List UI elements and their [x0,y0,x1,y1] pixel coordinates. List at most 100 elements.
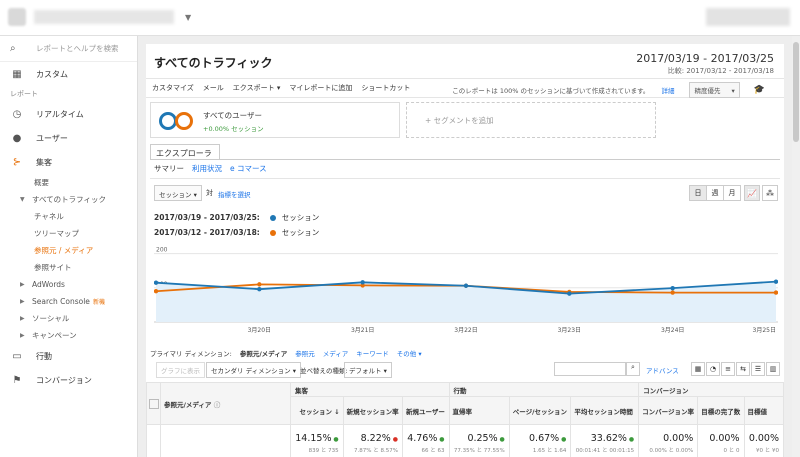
col-new-session-rate[interactable]: 新規セッション率 [342,396,403,425]
user-account[interactable] [706,8,790,26]
metric-dropdown[interactable]: セッション ▾ [154,185,202,201]
totals-row: 14.15% ● 839 と 735 8.22% ● 7.87% と 8.57% 4.7… [146,424,785,457]
trend-up-icon: ● [559,436,567,443]
col-bounce-rate[interactable]: 直帰率 [448,396,510,425]
sidebar-item-overview[interactable]: 概要 [0,174,137,191]
sidebar-item-treemap[interactable]: ツリーマップ [0,225,137,242]
secondary-label: セカンダリ ディメンション [211,367,291,375]
total-value: 33.62% [590,433,627,444]
sidebar-item-referrals[interactable]: 参照サイト [0,259,137,276]
sidebar-search[interactable]: ⌕ レポートとヘルプを検索 [0,36,137,62]
table-view-icon[interactable]: ▦ [691,362,705,376]
sidebar-item-behavior[interactable]: ▭ 行動 [0,344,137,368]
col-conversion-rate[interactable]: コンバージョン率 [638,396,699,425]
col-goal-value[interactable]: 目標値 [743,396,785,425]
line-chart-icon[interactable]: 📈 [744,185,760,201]
top-bar: ▼ [0,0,800,36]
email-button[interactable]: メール [203,83,224,93]
pivot-view-icon[interactable]: ▥ [766,362,780,376]
data-point [670,290,675,295]
pie-view-icon[interactable]: ◔ [706,362,720,376]
sidebar-item-acquisition[interactable]: ⊱ 集客 [0,150,137,174]
col-new-users[interactable]: 新規ユーザー [401,396,450,425]
motion-chart-icon[interactable]: ⁂ [762,185,778,201]
compare-date-range: 比較: 2017/03/12 - 2017/03/18 [667,67,774,75]
table-view-icons: ▦ ◔ ≡ ⇆ ☰ ▥ [690,362,780,376]
sidebar-item-custom[interactable]: ▦ カスタム [0,62,137,86]
graduation-cap-icon[interactable]: 🎓 [754,85,765,95]
dim-source[interactable]: 参照元 [295,348,315,358]
legend-current: 2017/03/19 - 2017/03/25: セッション [154,212,319,223]
day-button[interactable]: 日 [689,185,707,201]
select-metric-link[interactable]: 指標を選択 [218,189,251,199]
sidebar-item-social[interactable]: ▶ ソーシャル [0,310,137,327]
sidebar-item-conversions[interactable]: ⚑ コンバージョン [0,368,137,392]
date-range[interactable]: 2017/03/19 - 2017/03/25 [636,52,774,65]
sidebar-item-audience[interactable]: ● ユーザー [0,126,137,150]
data-point [567,291,572,296]
sidebar-item-campaigns[interactable]: ▶ キャンペーン [0,327,137,344]
table-search-input[interactable] [554,362,626,376]
x-tick-label: 3月25日 [753,327,776,334]
subtab-ecommerce[interactable]: e コマース [230,163,267,174]
advanced-link[interactable]: アドバンス [646,365,679,375]
detail-link[interactable]: 詳細 [661,85,674,95]
col-goal-completions[interactable]: 目標の完了数 [697,396,745,425]
sessions-line-chart[interactable]: 2001003月20日3月21日3月22日3月23日3月24日3月25日 [154,246,778,336]
sidebar-item-adwords[interactable]: ▶ AdWords [0,276,137,293]
plot-rows-button[interactable]: グラフに表示 [156,362,205,378]
customize-button[interactable]: カスタマイズ [152,83,194,93]
sidebar-item-source-medium[interactable]: 参照元 / メディア [0,242,137,259]
add-to-dashboard-button[interactable]: マイレポートに追加 [289,83,352,93]
help-icon[interactable]: ⓘ [214,401,221,409]
priority-label: 精度優先 [694,87,721,95]
subtab-usage[interactable]: 利用状況 [192,163,222,174]
secondary-dimension-dropdown[interactable]: セカンダリ ディメンション ▾ [206,362,301,378]
sort-type-dropdown[interactable]: デフォルト ▾ [344,362,392,378]
total-value: 0.00% [663,433,694,444]
total-cell: 0.00% 0.00% と 0.00% [638,424,699,457]
sidebar-item-label: コンバージョン [36,375,92,385]
dim-source-medium[interactable]: 参照元/メディア [240,348,287,358]
export-button[interactable]: エクスポート ▾ [233,83,281,93]
dim-keyword[interactable]: キーワード [356,348,389,358]
search-icon: ⌕ [10,43,16,54]
compare-view-icon[interactable]: ⇆ [736,362,750,376]
col-sessions[interactable]: セッション ↓ [290,396,344,425]
col-pages-per-session[interactable]: ページ/セッション [508,396,572,425]
dimension-header[interactable]: 参照元/メディア ⓘ [160,382,291,425]
page-scrollbar[interactable] [792,36,800,457]
col-avg-session-duration[interactable]: 平均セッション時間 [570,396,640,425]
add-segment-button[interactable]: + セグメントを追加 [406,102,656,138]
chevron-down-icon[interactable]: ▼ [185,13,191,22]
priority-dropdown[interactable]: 精度優先 ▾ [689,82,740,98]
search-input[interactable]: レポートとヘルプを検索 [36,43,119,54]
trend-up-icon: ● [626,436,635,443]
dim-medium[interactable]: メディア [323,348,349,358]
sidebar-item-realtime[interactable]: ◷ リアルタイム [0,102,137,126]
tab-explorer[interactable]: エクスプローラ [150,144,220,160]
dim-other[interactable]: その他 ▾ [397,348,422,358]
dimension-row: プライマリ ディメンション: 参照元/メディア 参照元 メディア キーワード そ… [150,348,430,358]
analytics-logo[interactable] [8,8,26,26]
bar-view-icon[interactable]: ≡ [721,362,735,376]
trend-up-icon: ● [437,436,445,443]
term-cloud-icon[interactable]: ☰ [751,362,765,376]
sidebar-item-label: すべてのトラフィック [32,195,107,204]
week-button[interactable]: 週 [706,185,724,201]
segment-all-users[interactable]: すべてのユーザー +0.00% セッション [150,102,400,138]
total-cell: 0.67% ● 1.65 と 1.64 [508,424,572,457]
report-card: すべてのトラフィック 2017/03/19 - 2017/03/25 比較: 2… [146,44,785,457]
shortcut-button[interactable]: ショートカット [361,83,410,93]
sidebar-item-all-traffic[interactable]: ▼ すべてのトラフィック [0,191,137,208]
month-button[interactable]: 月 [723,185,741,201]
subtab-summary[interactable]: サマリー [154,163,184,174]
select-all-checkbox[interactable] [148,398,159,409]
sidebar-item-search-console[interactable]: ▶ Search Console 新機 [0,293,137,310]
report-toolbar: カスタマイズ メール エクスポート ▾ マイレポートに追加 ショートカット この… [146,78,784,98]
scrollbar-thumb[interactable] [793,42,799,142]
sidebar-item-label: 行動 [36,351,52,361]
search-icon[interactable]: ⌕ [626,362,640,376]
account-selector[interactable] [34,10,174,24]
sidebar-item-channels[interactable]: チャネル [0,208,137,225]
